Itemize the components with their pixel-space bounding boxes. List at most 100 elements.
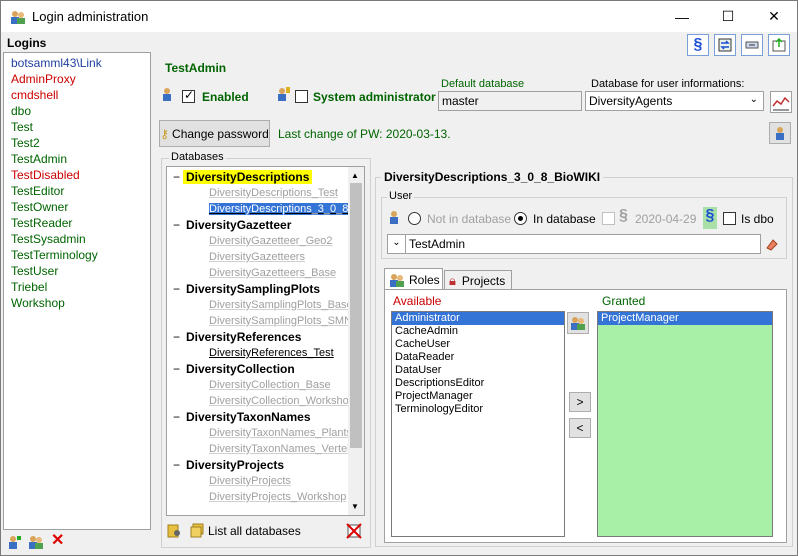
tree-database-node[interactable]: − DiversityGazetteer — [167, 217, 364, 233]
not-in-db-radio[interactable] — [408, 212, 421, 228]
paragraph-green-icon[interactable]: § — [703, 207, 717, 229]
login-list-item[interactable]: TestEditor — [4, 183, 150, 199]
add-login-icon[interactable] — [6, 534, 22, 550]
tree-database-item[interactable]: DiversityTaxonNames_Vertebrates — [167, 441, 364, 457]
tree-database-item[interactable]: DiversityDescriptions_3_0_8_BioWIKI — [167, 201, 364, 217]
tree-database-item-label: DiversityGazetteer_Geo2 — [209, 235, 333, 247]
list-databases-icon[interactable] — [189, 522, 207, 540]
tree-database-node[interactable]: − DiversityTaxonNames — [167, 409, 364, 425]
tree-scrollbar[interactable]: ▲ ▼ — [348, 167, 364, 515]
login-list-item[interactable]: dbo — [4, 103, 150, 119]
available-role-item[interactable]: ProjectManager — [392, 390, 564, 403]
sysadmin-checkbox[interactable] — [295, 90, 308, 106]
link-icon[interactable] — [741, 34, 763, 56]
granted-role-item[interactable]: ProjectManager — [598, 312, 772, 325]
tree-database-node[interactable]: − DiversitySamplingPlots — [167, 281, 364, 297]
available-roles-list[interactable]: Administrator CacheAdmin CacheUser DataRead… — [391, 311, 565, 537]
tab-roles[interactable]: Roles — [384, 268, 443, 290]
login-list-item[interactable]: AdminProxy — [4, 71, 150, 87]
tree-database-item[interactable]: DiversityGazetteers_Base — [167, 265, 364, 281]
scroll-down-icon[interactable]: ▼ — [351, 502, 359, 511]
login-list-item[interactable]: TestSysadmin — [4, 231, 150, 247]
minimize-button[interactable]: — — [659, 1, 705, 32]
user-info-icon[interactable] — [769, 122, 791, 144]
tab-projects[interactable]: 🔒︎ Projects — [444, 270, 512, 290]
date-checkbox[interactable] — [602, 212, 615, 228]
available-role-item[interactable]: DataUser — [392, 364, 564, 377]
role-info-icon[interactable] — [567, 312, 589, 334]
delete-login-icon[interactable]: ✕ — [51, 533, 64, 549]
available-role-item[interactable]: CacheAdmin — [392, 325, 564, 338]
tree-database-node[interactable]: − DiversityProjects — [167, 457, 364, 473]
tree-database-label: DiversityProjects — [186, 458, 285, 472]
remove-database-icon[interactable] — [346, 523, 364, 541]
available-role-item[interactable]: DataReader — [392, 351, 564, 364]
tree-database-item[interactable]: DiversityReferences_Test — [167, 345, 364, 361]
login-list-item[interactable]: TestAdmin — [4, 151, 150, 167]
transfer-icon[interactable] — [714, 34, 736, 56]
revoke-role-button[interactable]: < — [569, 418, 591, 438]
tree-database-item[interactable]: DiversityCollection_Workshop — [167, 393, 364, 409]
maximize-button[interactable]: ☐ — [705, 1, 751, 32]
tree-database-item[interactable]: DiversityDescriptions_Test — [167, 185, 364, 201]
tree-database-item[interactable]: DiversityGazetteer_Geo2 — [167, 233, 364, 249]
users-icon[interactable] — [28, 534, 44, 550]
default-db-field[interactable]: master — [438, 91, 582, 111]
login-list-item[interactable]: TestUser — [4, 263, 150, 279]
collapse-icon[interactable]: − — [173, 281, 183, 297]
login-list-item[interactable]: TestOwner — [4, 199, 150, 215]
scroll-up-icon[interactable]: ▲ — [351, 171, 359, 180]
paragraph-icon[interactable]: § — [687, 34, 709, 56]
collapse-icon[interactable]: − — [173, 457, 183, 473]
key-icon: ⚷ — [160, 126, 170, 141]
eraser-icon[interactable] — [764, 236, 780, 252]
login-list-item[interactable]: TestTerminology — [4, 247, 150, 263]
login-list-item[interactable]: Test — [4, 119, 150, 135]
granted-roles-list[interactable]: ProjectManager — [597, 311, 773, 537]
tree-database-item[interactable]: DiversitySamplingPlots_SMNK — [167, 313, 364, 329]
tree-database-node[interactable]: − DiversityReferences — [167, 329, 364, 345]
enabled-checkbox[interactable]: ✓ — [182, 88, 195, 106]
user-select[interactable]: ⌄ TestAdmin — [387, 234, 761, 254]
login-list-item[interactable]: TestDisabled — [4, 167, 150, 183]
available-role-item[interactable]: Administrator — [392, 312, 564, 325]
chevron-down-icon[interactable]: ⌄ — [388, 235, 406, 253]
chart-icon[interactable] — [770, 91, 792, 113]
databases-tree[interactable]: − DiversityDescriptions DiversityDescripti… — [166, 166, 365, 516]
close-button[interactable]: ✕ — [751, 1, 797, 32]
tree-database-item[interactable]: DiversityProjects_Workshop — [167, 489, 364, 505]
export-icon[interactable] — [768, 34, 790, 56]
userinfo-db-select[interactable]: DiversityAgents ⌄ — [585, 91, 764, 111]
is-dbo-checkbox[interactable] — [723, 212, 736, 228]
tree-database-node[interactable]: − DiversityDescriptions — [167, 169, 364, 185]
logins-list[interactable]: botsamml43\Link AdminProxy cmdshell dbo Test… — [3, 52, 151, 530]
available-role-item[interactable]: CacheUser — [392, 338, 564, 351]
collapse-icon[interactable]: − — [173, 409, 183, 425]
tree-database-node[interactable]: − DiversityCollection — [167, 361, 364, 377]
login-list-item[interactable]: botsamml43\Link — [4, 55, 150, 71]
change-password-button[interactable]: ⚷ Change password — [159, 120, 270, 147]
tree-database-item[interactable]: DiversityGazetteers — [167, 249, 364, 265]
tree-database-item[interactable]: DiversityTaxonNames_Plants — [167, 425, 364, 441]
collapse-icon[interactable]: − — [173, 169, 183, 185]
tree-database-item-label: DiversityTaxonNames_Plants — [209, 427, 353, 439]
tree-database-item[interactable]: DiversityCollection_Base — [167, 377, 364, 393]
login-list-item[interactable]: Workshop — [4, 295, 150, 311]
available-role-item[interactable]: DescriptionsEditor — [392, 377, 564, 390]
collapse-icon[interactable]: − — [173, 361, 183, 377]
window-title: Login administration — [32, 9, 149, 24]
collapse-icon[interactable]: − — [173, 329, 183, 345]
list-all-databases-link[interactable]: List all databases — [208, 524, 301, 538]
tree-database-item[interactable]: DiversitySamplingPlots_Base — [167, 297, 364, 313]
tree-database-item[interactable]: DiversityProjects — [167, 473, 364, 489]
database-lock-icon[interactable] — [166, 522, 184, 540]
login-list-item[interactable]: Test2 — [4, 135, 150, 151]
grant-role-button[interactable]: > — [569, 392, 591, 412]
login-list-item[interactable]: TestReader — [4, 215, 150, 231]
login-list-item[interactable]: Triebel — [4, 279, 150, 295]
available-role-item[interactable]: TerminologyEditor — [392, 403, 564, 416]
in-db-radio[interactable] — [514, 212, 527, 228]
login-list-item[interactable]: cmdshell — [4, 87, 150, 103]
scroll-thumb[interactable] — [350, 183, 362, 448]
collapse-icon[interactable]: − — [173, 217, 183, 233]
